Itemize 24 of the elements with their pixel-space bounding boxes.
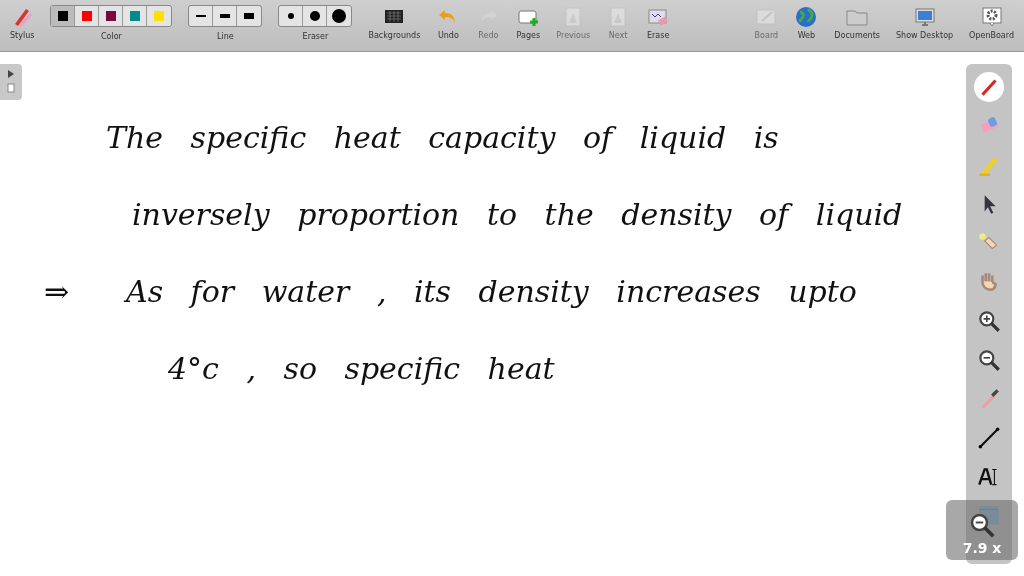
zoom-in-icon (976, 308, 1002, 334)
line-icon (976, 425, 1002, 451)
toolbar-button[interactable]: OpenBoard (961, 0, 1022, 51)
monitor-icon (912, 5, 937, 29)
handwritten-text: 4°c , so specific heat (168, 351, 555, 386)
toolbar-button[interactable]: Documents (826, 0, 888, 51)
page-panel-tab[interactable] (0, 64, 22, 100)
handwritten-text: The specific heat capacity of liquid is (106, 120, 779, 155)
toolbar-button[interactable]: Web (786, 0, 827, 51)
group-label: Color (100, 32, 122, 41)
handwritten-arrow: ⇒ (44, 274, 71, 309)
toolbar-button[interactable]: Stylus (2, 0, 43, 51)
toolbar-button[interactable]: Erase (638, 0, 679, 51)
handwritten-text: inversely proportion to the density of liquid (132, 197, 903, 232)
group-label: Line (217, 32, 234, 41)
toolbar-button[interactable]: Undo (428, 0, 469, 51)
group-label: Eraser (302, 32, 329, 41)
toolbar-button[interactable]: Show Desktop (888, 0, 962, 51)
gear-icon (979, 5, 1004, 29)
toolbar-button[interactable]: Pages (508, 0, 549, 51)
globe-icon (794, 5, 819, 29)
toolbar-button[interactable]: Backgrounds (360, 0, 429, 51)
color-swatch-button[interactable] (51, 6, 76, 26)
zoom-out-icon (976, 347, 1002, 373)
